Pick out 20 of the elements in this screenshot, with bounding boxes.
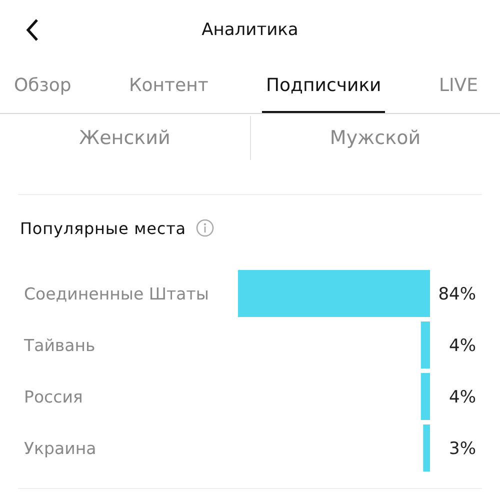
value-label: 4% bbox=[449, 336, 476, 356]
page-title: Аналитика bbox=[202, 20, 298, 40]
value-label: 84% bbox=[438, 284, 476, 304]
gender-option[interactable]: Мужской bbox=[250, 116, 500, 160]
back-icon[interactable] bbox=[25, 18, 39, 42]
bar bbox=[423, 424, 430, 472]
country-label: Тайвань bbox=[24, 336, 96, 355]
value-label: 4% bbox=[449, 388, 476, 408]
tab[interactable]: Подписчики bbox=[262, 60, 386, 113]
country-label: Россия bbox=[24, 388, 83, 406]
tab[interactable]: Контент bbox=[124, 60, 212, 113]
country-label: Украина bbox=[24, 439, 96, 458]
gender-option[interactable]: Женский bbox=[0, 116, 250, 160]
bar bbox=[420, 322, 430, 368]
country-label: Соединенные Штаты bbox=[24, 284, 209, 304]
section-title: Популярные места bbox=[20, 218, 186, 238]
bar bbox=[420, 373, 430, 420]
value-label: 3% bbox=[449, 439, 476, 459]
tab[interactable]: Обзор bbox=[10, 60, 76, 113]
tab[interactable]: LIVE bbox=[434, 60, 482, 113]
